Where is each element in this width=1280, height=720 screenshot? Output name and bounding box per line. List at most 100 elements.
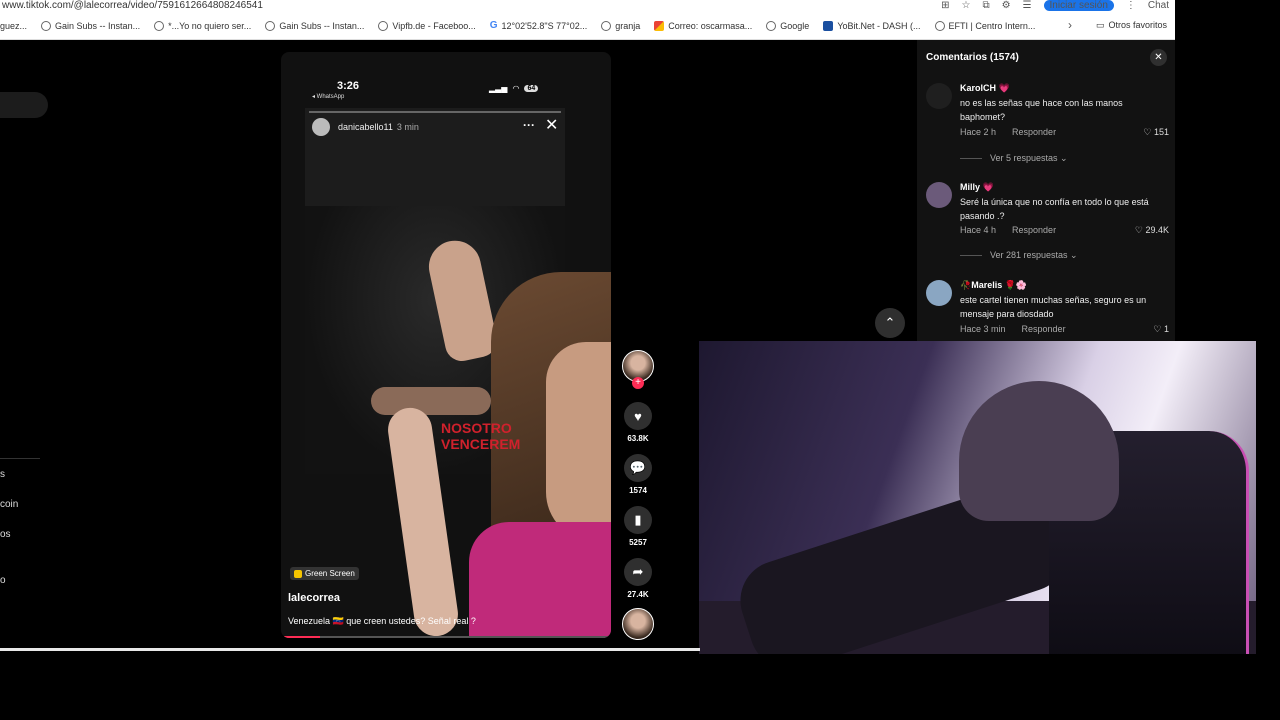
- share-icon[interactable]: ➦: [624, 558, 652, 586]
- save-count: 5257: [629, 538, 647, 547]
- story-username: danicabello11: [338, 122, 393, 132]
- divider: [960, 255, 982, 256]
- bookmark-icon[interactable]: ▮: [624, 506, 652, 534]
- save-action[interactable]: ▮ 5257: [620, 506, 656, 547]
- login-button[interactable]: Iniciar sesión: [1043, 0, 1114, 11]
- comments-title: Comentarios (1574): [926, 52, 1019, 63]
- comment-time: Hace 3 min: [960, 324, 1006, 334]
- webcam-overlay: [699, 341, 1256, 654]
- comment-like[interactable]: ♡ 29.4K: [1135, 225, 1169, 236]
- globe-icon: [934, 20, 945, 31]
- bookmarks-bar: guez... Gain Subs -- Instan... *...Yo no…: [0, 12, 1175, 40]
- video-player[interactable]: 3:26 ◂ WhatsApp ▂▃▅ ◠ 64 danicabello11 3 …: [281, 52, 611, 638]
- video-caption: Venezuela 🇻🇪 que creen ustedes? Señal re…: [288, 616, 476, 626]
- globe-icon: [41, 20, 52, 31]
- chat-button[interactable]: Chat: [1148, 0, 1169, 11]
- other-favorites[interactable]: ▭ Otros favoritos: [1096, 20, 1167, 31]
- install-icon[interactable]: ⊞: [941, 0, 949, 11]
- webcam-person: [959, 381, 1119, 521]
- comment-count: 1574: [629, 486, 647, 495]
- story-progress: [309, 111, 561, 113]
- follow-button[interactable]: +: [632, 377, 644, 389]
- avatar[interactable]: [926, 280, 952, 306]
- comment-action[interactable]: 💬 1574: [620, 454, 656, 495]
- bookmark-item[interactable]: EFTI | Centro Intern...: [934, 20, 1035, 31]
- creator-top: [469, 522, 611, 638]
- sidebar-item-label[interactable]: os: [0, 529, 11, 540]
- battery-icon: 64: [524, 85, 539, 92]
- reply-button[interactable]: Responder: [1022, 324, 1066, 334]
- tab-search-icon[interactable]: ☰: [1023, 0, 1032, 11]
- pointing-hand: [371, 387, 491, 415]
- reply-button[interactable]: Responder: [1012, 225, 1056, 235]
- avatar[interactable]: [926, 182, 952, 208]
- sidebar-item-label[interactable]: coin: [0, 499, 18, 510]
- video-author[interactable]: lalecorrea: [288, 592, 340, 604]
- heart-icon: ♡: [1153, 324, 1162, 334]
- comment-text: Seré la única que no confía en todo lo q…: [960, 197, 1149, 221]
- phone-time: 3:26: [337, 80, 360, 92]
- effect-tag[interactable]: Green Screen: [290, 567, 359, 580]
- bookmark-item[interactable]: YoBit.Net - DASH (...: [823, 20, 921, 31]
- share-count: 27.4K: [627, 590, 649, 599]
- effect-icon: [294, 569, 302, 578]
- sidebar-divider: [0, 458, 40, 459]
- comment-username[interactable]: 🥀Marelis 🌹🌸: [960, 280, 1027, 291]
- sidebar-item-label[interactable]: s: [0, 469, 5, 480]
- view-replies-button[interactable]: Ver 281 respuestas ⌄: [960, 250, 1078, 261]
- bookmark-item[interactable]: *...Yo no quiero ser...: [154, 20, 251, 31]
- comment-username[interactable]: KarolCH 💗: [960, 83, 1010, 94]
- signal-icon: ▂▃▅: [489, 84, 508, 93]
- sound-disc[interactable]: [620, 608, 656, 640]
- like-count: 63.8K: [627, 434, 649, 443]
- video-progress-fill: [284, 636, 320, 638]
- globe-icon: [601, 20, 612, 31]
- menu-icon[interactable]: ⋮: [1126, 0, 1136, 11]
- microsoft-icon: [654, 20, 665, 31]
- address-bar[interactable]: www.tiktok.com/@lalecorrea/video/7591612…: [0, 0, 1175, 12]
- bookmark-item[interactable]: Gain Subs -- Instan...: [41, 20, 140, 31]
- extension-icon[interactable]: ⧉: [982, 0, 989, 11]
- divider: [0, 648, 700, 651]
- close-icon[interactable]: ✕: [1150, 49, 1167, 66]
- yobit-icon: [823, 20, 834, 31]
- star-icon[interactable]: ☆: [961, 0, 970, 11]
- settings-icon[interactable]: ⚙: [1002, 0, 1011, 11]
- like-action[interactable]: ♥ 63.8K: [620, 402, 656, 443]
- comment-like[interactable]: ♡ 151: [1143, 127, 1169, 138]
- avatar[interactable]: [926, 83, 952, 109]
- wifi-icon: ◠: [512, 84, 520, 93]
- share-action[interactable]: ➦ 27.4K: [620, 558, 656, 599]
- sidebar-search-pill[interactable]: [0, 92, 48, 118]
- reply-button[interactable]: Responder: [1012, 127, 1056, 137]
- comment-username[interactable]: Milly 💗: [960, 182, 994, 193]
- bookmark-item[interactable]: Correo: oscarmasa...: [654, 20, 752, 31]
- heart-icon[interactable]: ♥: [624, 402, 652, 430]
- comment-text: este cartel tienen muchas señas, seguro …: [960, 295, 1147, 319]
- phone-status-icons: ▂▃▅ ◠ 64: [489, 84, 539, 93]
- comment-text: no es las señas que hace con las manos b…: [960, 98, 1123, 122]
- bookmark-item[interactable]: guez...: [0, 21, 27, 31]
- video-progress-bar[interactable]: [284, 636, 608, 638]
- chevron-up-icon[interactable]: ⌃: [875, 308, 905, 338]
- sidebar-item-label[interactable]: o: [0, 575, 6, 586]
- bookmark-item[interactable]: Vipfb.de - Faceboo...: [378, 20, 476, 31]
- creator-profile[interactable]: +: [620, 350, 656, 389]
- bookmark-item[interactable]: G 12°02'52.8"S 77°02...: [490, 20, 587, 31]
- phone-back-app: ◂ WhatsApp: [312, 94, 345, 100]
- view-replies-button[interactable]: Ver 5 respuestas ⌄: [960, 153, 1068, 164]
- music-disc-icon[interactable]: [622, 608, 654, 640]
- bookmark-item[interactable]: Google: [766, 20, 809, 31]
- globe-icon: [265, 20, 276, 31]
- toolbar-icons: ⊞ ☆ ⧉ ⚙ ☰ Iniciar sesión ⋮ Chat: [941, 0, 1169, 11]
- bookmark-item[interactable]: Gain Subs -- Instan...: [265, 20, 364, 31]
- story-overlay-text: NOSOTRO VENCEREM: [441, 420, 521, 452]
- comment-time: Hace 4 h: [960, 225, 997, 235]
- more-icon: ···: [523, 118, 535, 132]
- bookmark-item[interactable]: granja: [601, 20, 640, 31]
- comment-icon[interactable]: 💬: [624, 454, 652, 482]
- story-time: 3 min: [396, 122, 419, 132]
- comment-like[interactable]: ♡ 1: [1153, 324, 1169, 335]
- url-text[interactable]: www.tiktok.com/@lalecorrea/video/7591612…: [2, 0, 263, 11]
- chevron-right-icon[interactable]: ›: [1068, 18, 1072, 32]
